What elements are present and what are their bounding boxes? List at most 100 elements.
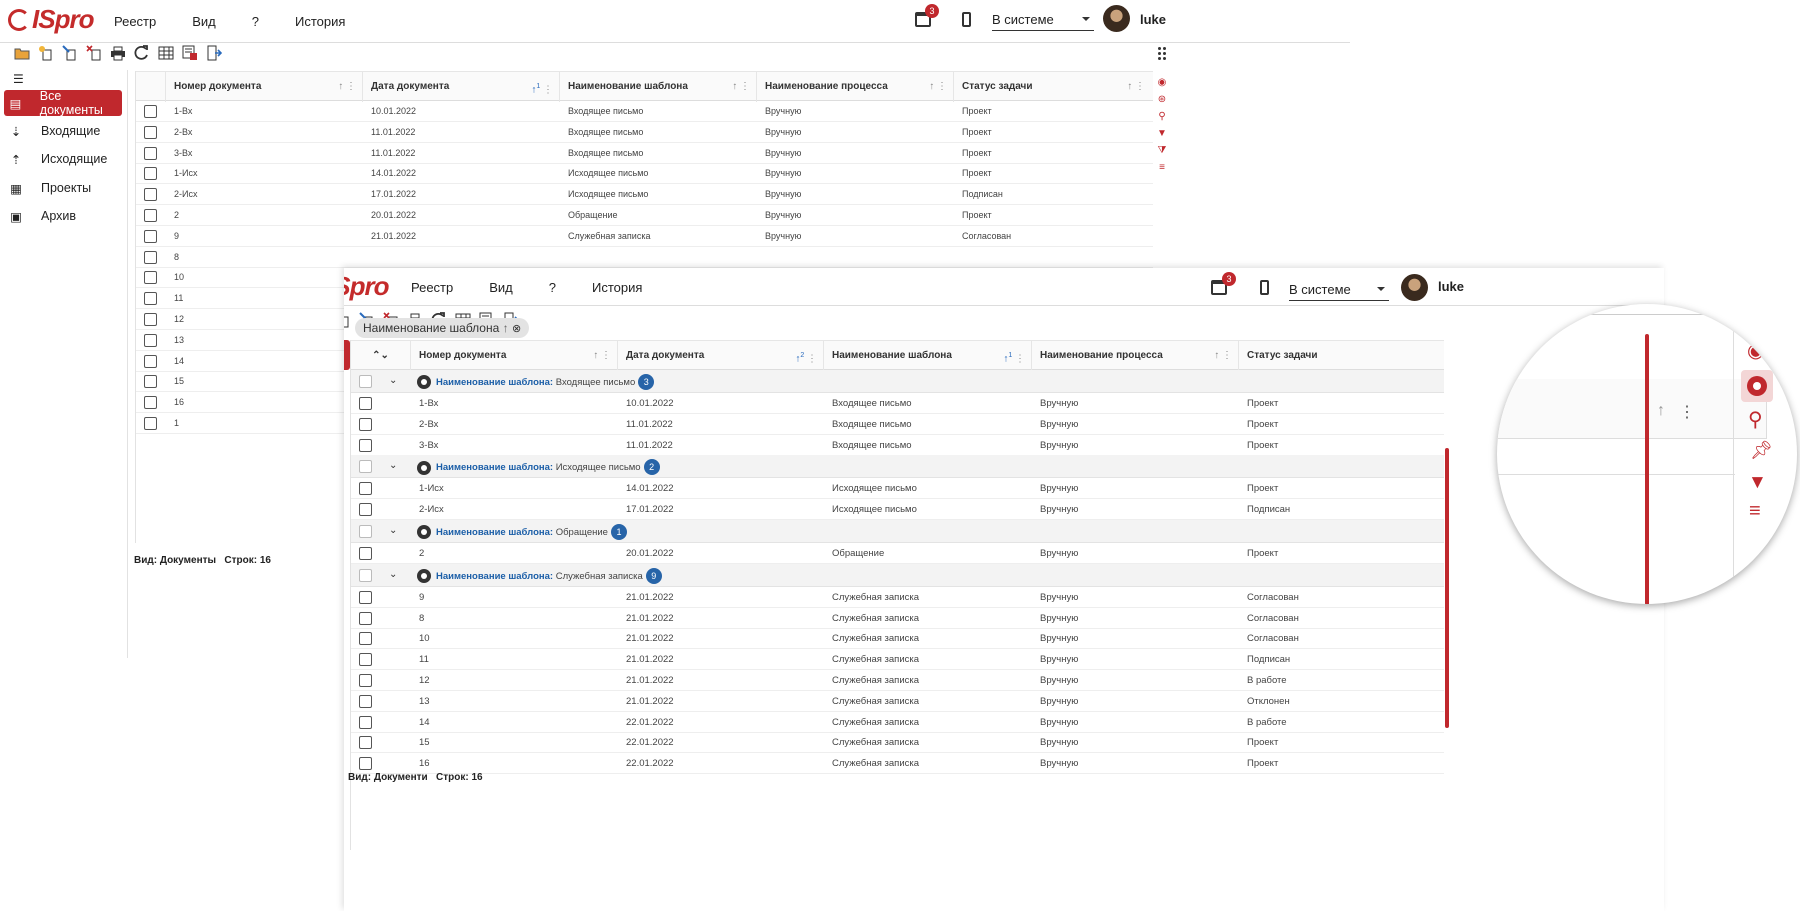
table-row[interactable]: 1-Исх 14.01.2022 Исходящее письмо Вручную Пр… — [351, 478, 1444, 500]
sidebar-item-archive[interactable]: ▣ Архив — [4, 203, 122, 229]
table-row[interactable]: 13 21.01.2022 Служебная записка Вручную Откл… — [351, 691, 1444, 712]
group-field-name[interactable]: Наименование шаблона: — [436, 527, 553, 538]
pin-icon[interactable]: 📌︎ — [1750, 440, 1773, 461]
col-template[interactable]: Наименование шаблона ↑1 ⋮ — [824, 341, 1032, 371]
chevron-down-icon[interactable]: ⌄ — [389, 569, 397, 580]
sidebar-item-projects[interactable]: ▦ Проекты — [4, 175, 122, 201]
menu-help[interactable]: ? — [252, 14, 259, 29]
table-row[interactable]: 12 21.01.2022 Служебная записка Вручную В ра… — [351, 670, 1444, 691]
table-row[interactable]: 2 20.01.2022 Обращение Вручную Проект — [136, 205, 1153, 226]
row-checkbox[interactable] — [144, 188, 157, 202]
group-field-name[interactable]: Наименование шаблона: — [436, 377, 553, 388]
menu-view[interactable]: Вид — [192, 14, 216, 29]
col-status[interactable]: Статус задачи — [1239, 341, 1445, 371]
row-checkbox[interactable] — [359, 715, 372, 729]
row-checkbox[interactable] — [359, 547, 372, 560]
phone-icon[interactable] — [1260, 280, 1269, 295]
delete-doc-icon[interactable] — [86, 45, 102, 61]
group-checkbox[interactable] — [359, 525, 372, 538]
print-icon[interactable] — [110, 45, 126, 61]
search-icon[interactable]: ⚲ — [1157, 112, 1167, 122]
row-checkbox[interactable] — [144, 354, 157, 368]
menu-help[interactable]: ? — [549, 280, 556, 295]
edit-doc-icon[interactable] — [62, 45, 78, 61]
chevron-down-icon[interactable]: ⌄ — [389, 525, 397, 536]
group-field-name[interactable]: Наименование шаблона: — [436, 571, 553, 582]
col-doc-date[interactable]: Дата документа ↑2 ⋮ — [618, 341, 824, 371]
row-checkbox[interactable] — [359, 482, 372, 496]
table-row[interactable]: 15 22.01.2022 Служебная записка Вручную Прое… — [351, 732, 1444, 754]
row-checkbox[interactable] — [144, 271, 157, 285]
status-select[interactable]: В системе — [992, 12, 1094, 31]
table-icon[interactable] — [158, 45, 174, 61]
sidebar-item-all-docs[interactable]: ▤ Все документы — [4, 89, 122, 117]
row-checkbox[interactable] — [359, 694, 372, 708]
col-doc-number[interactable]: Номер документа ↑ ⋮ — [411, 341, 618, 371]
table-row[interactable]: 8 — [136, 247, 1153, 268]
menu-history[interactable]: История — [592, 280, 642, 295]
row-checkbox[interactable] — [359, 736, 372, 750]
sidebar-item-incoming[interactable]: ⇣ Входящие — [4, 118, 122, 144]
table-row[interactable]: 2-Вх 11.01.2022 Входящее письмо Вручную Прое… — [351, 414, 1444, 435]
phone-icon[interactable] — [962, 12, 971, 27]
open-folder-icon[interactable] — [14, 45, 30, 61]
table-row[interactable]: 10 21.01.2022 Служебная записка Вручную Согл… — [351, 628, 1444, 650]
row-checkbox[interactable] — [359, 757, 372, 771]
table-row[interactable]: 2 20.01.2022 Обращение Вручную Проект — [351, 543, 1444, 564]
row-checkbox[interactable] — [144, 209, 157, 222]
group-row[interactable]: ⌄ Наименование шаблона: Обращение 1 — [351, 520, 1444, 543]
refresh-icon[interactable] — [134, 45, 150, 61]
table-row[interactable]: 2-Исх 17.01.2022 Исходящее письмо Вручную По… — [136, 184, 1153, 206]
filter-icon[interactable]: ▼ — [1748, 472, 1767, 494]
sort-icon[interactable]: ≡ — [1157, 163, 1167, 173]
chevron-down-icon[interactable]: ⌄ — [389, 460, 397, 471]
row-checkbox[interactable] — [144, 313, 157, 326]
column-menu-icon[interactable]: ⋮ — [1679, 402, 1695, 422]
row-checkbox[interactable] — [144, 417, 157, 430]
row-checkbox[interactable] — [144, 333, 157, 347]
menu-view[interactable]: Вид — [489, 280, 513, 295]
apps-grid-icon[interactable] — [1158, 47, 1166, 60]
table-row[interactable]: 11 21.01.2022 Служебная записка Вручную Подп… — [351, 649, 1444, 671]
group-checkbox[interactable] — [359, 568, 372, 582]
row-checkbox[interactable] — [144, 146, 157, 160]
group-toggle[interactable] — [1741, 370, 1773, 402]
list-icon[interactable]: ☰ — [13, 72, 24, 86]
row-checkbox[interactable] — [144, 105, 157, 118]
table-row[interactable]: 14 22.01.2022 Служебная записка Вручную В ра… — [351, 712, 1444, 733]
row-checkbox[interactable] — [144, 229, 157, 243]
row-checkbox[interactable] — [359, 438, 372, 452]
col-process[interactable]: Наименование процесса ↑ ⋮ — [757, 72, 954, 102]
row-checkbox[interactable] — [359, 503, 372, 517]
row-checkbox[interactable] — [144, 292, 157, 306]
row-checkbox[interactable] — [359, 611, 372, 625]
table-row[interactable]: 3-Вх 11.01.2022 Входящее письмо Вручную Прое… — [136, 143, 1153, 164]
group-row[interactable]: ⌄ Наименование шаблона: Служебная записка… — [351, 563, 1444, 587]
menu-registry[interactable]: Реестр — [114, 14, 156, 29]
row-checkbox[interactable] — [359, 590, 372, 604]
scrollbar[interactable] — [1445, 448, 1449, 728]
new-doc-icon[interactable] — [38, 45, 54, 61]
table-row[interactable]: 1-Исх 14.01.2022 Исходящее письмо Вручную Пр… — [136, 163, 1153, 185]
menu-registry[interactable]: Реестр — [411, 280, 453, 295]
row-checkbox[interactable] — [359, 674, 372, 687]
row-checkbox[interactable] — [359, 397, 372, 410]
table-row[interactable]: 8 21.01.2022 Служебная записка Вручную Согла… — [351, 608, 1444, 629]
group-checkbox[interactable] — [359, 460, 372, 474]
row-checkbox[interactable] — [144, 375, 157, 389]
table-row[interactable]: 9 21.01.2022 Служебная записка Вручную Согла… — [136, 226, 1153, 247]
exit-icon[interactable] — [206, 45, 222, 61]
close-icon[interactable]: ⊗ — [512, 322, 521, 335]
col-template[interactable]: Наименование шаблона ↑ ⋮ — [560, 72, 757, 102]
search-icon[interactable]: ⚲ — [1748, 407, 1763, 432]
row-checkbox[interactable] — [144, 167, 157, 181]
table-row[interactable]: 3-Вх 11.01.2022 Входящее письмо Вручную Прое… — [351, 435, 1444, 456]
sidebar-item-outgoing[interactable]: ⇡ Исходящие — [4, 146, 122, 172]
group-row[interactable]: ⌄ Наименование шаблона: Исходящее письмо 2 — [351, 455, 1444, 479]
col-doc-number[interactable]: Номер документа ↑ ⋮ — [166, 72, 363, 102]
avatar[interactable] — [1103, 5, 1130, 32]
collapse-all-icon[interactable]: ⌃⌄ — [351, 341, 411, 371]
new-doc-icon[interactable] — [344, 312, 351, 328]
row-checkbox[interactable] — [359, 653, 372, 667]
row-checkbox[interactable] — [144, 250, 157, 264]
